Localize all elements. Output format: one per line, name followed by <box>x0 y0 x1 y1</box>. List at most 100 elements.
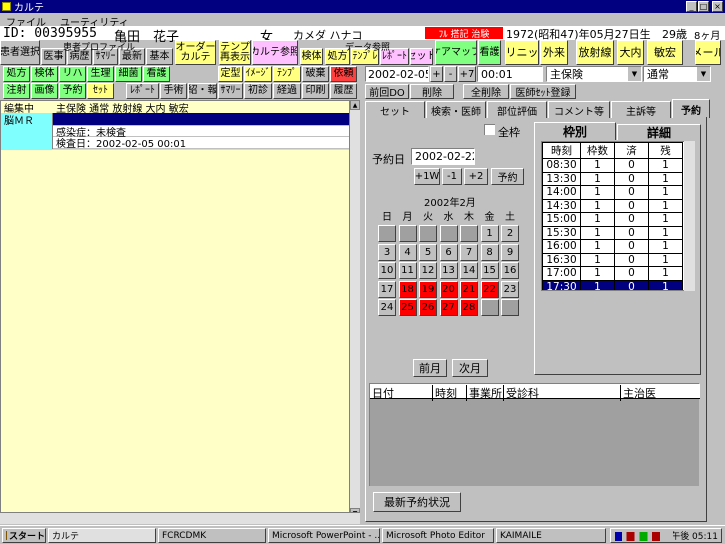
slot-grid[interactable]: 時刻 枠数済残 08:30 1 0 1 13:30 1 0 1 14:00 1 0 1 14:30 1 0 1 15… <box>541 141 691 291</box>
plus-two-button[interactable]: +2 <box>464 168 488 185</box>
karte-hscrollbar[interactable] <box>0 512 360 524</box>
calendar-day[interactable]: 25 <box>398 299 417 316</box>
calendar-day[interactable]: 7 <box>460 243 478 261</box>
calendar-day[interactable]: 17 <box>378 280 396 298</box>
calendar-day[interactable]: 26 <box>419 299 437 316</box>
toolbar-row2-btn-8[interactable]: ﾃﾝﾌﾟ <box>273 66 301 82</box>
toolbar-row2-btn-1[interactable]: 検体 <box>31 66 58 82</box>
toolbar-row3-btn-3[interactable]: ｾｯﾄ <box>87 83 114 99</box>
calendar-day[interactable]: 8 <box>480 243 499 261</box>
slot-row[interactable]: 17:00 1 0 1 <box>542 266 683 281</box>
toolbar-btn-6[interactable]: オーダー カルテ <box>175 40 216 65</box>
calendar-day[interactable]: 20 <box>439 280 458 298</box>
tab-0[interactable]: セット <box>365 101 425 118</box>
maximize-button[interactable]: □ <box>698 1 709 12</box>
toolbar-btn-21[interactable]: メール <box>695 40 721 65</box>
tab-1[interactable]: 検索・医師 <box>426 101 486 118</box>
toolbar-row2-btn-3[interactable]: 生理 <box>87 66 114 82</box>
calendar-day[interactable]: 2 <box>501 225 519 242</box>
toolbar-row3-btn-7[interactable]: ｻﾏﾘｰ <box>218 83 243 99</box>
slot-row[interactable]: 14:30 1 0 1 <box>542 198 683 213</box>
task-powerpoint[interactable]: Microsoft PowerPoint - ... <box>268 528 380 543</box>
calendar-day[interactable]: 23 <box>501 280 519 298</box>
slot-row[interactable]: 16:30 1 0 1 <box>542 252 683 267</box>
task-karte[interactable]: カルテ <box>48 528 156 543</box>
minimize-button[interactable]: _ <box>686 1 697 12</box>
prev-month-button[interactable]: 前月 <box>413 359 447 377</box>
calendar-day[interactable]: 27 <box>439 299 458 316</box>
reserve-button[interactable]: 予約 <box>491 168 524 185</box>
toolbar-row3-btn-8[interactable]: 初診 <box>244 83 272 99</box>
calendar-day[interactable]: 9 <box>501 243 519 261</box>
plus-week-button[interactable]: +1W <box>414 168 440 185</box>
tab-5[interactable]: 予約 <box>672 99 710 118</box>
toolbar-btn-18[interactable]: 放射線 <box>576 40 614 65</box>
calendar-day[interactable]: 14 <box>460 262 478 279</box>
toolbar-row3-btn-10[interactable]: 印刷 <box>302 83 329 99</box>
insurance-select[interactable]: 主保険 ▼ <box>546 66 642 82</box>
tab-3[interactable]: コメント等 <box>548 101 610 118</box>
order-time-field[interactable]: 00:01 <box>477 66 543 82</box>
date-plus-button[interactable]: + <box>430 66 443 82</box>
next-month-button[interactable]: 次月 <box>452 359 488 377</box>
toolbar-row2-btn-10[interactable]: 依頼 <box>330 66 357 82</box>
slot-row[interactable]: 15:00 1 0 1 <box>542 212 683 227</box>
toolbar-btn-0[interactable]: 患者選択 <box>0 40 40 65</box>
calendar-day[interactable]: 1 <box>480 225 499 242</box>
toolbar-row2-btn-2[interactable]: リハ <box>59 66 86 82</box>
type-select[interactable]: 通常 ▼ <box>643 66 711 82</box>
toolbar-row3-btn-11[interactable]: 履歴 <box>330 83 357 99</box>
toolbar-row2-btn-0[interactable]: 処方 <box>3 66 30 82</box>
toolbar-row3-btn-0[interactable]: 注射 <box>3 83 30 99</box>
tab-4[interactable]: 主訴等 <box>611 101 671 118</box>
calendar-day[interactable]: 21 <box>460 280 478 298</box>
toolbar-btn-5[interactable]: 基本 <box>146 48 173 65</box>
delete-all-button[interactable]: 全削除 <box>463 84 509 99</box>
calendar-day[interactable]: 5 <box>419 243 437 261</box>
toolbar-btn-8[interactable]: カルテ参照 <box>252 40 298 65</box>
calendar-day[interactable]: 16 <box>501 262 519 279</box>
tab-2[interactable]: 部位評価 <box>487 101 547 118</box>
toolbar-btn-14[interactable]: ケアマップ <box>435 40 477 65</box>
reservation-list[interactable]: 日付 時刻 事業所 受診科 主治医 <box>369 383 700 486</box>
karte-scrollbar[interactable]: ▲ ▼ <box>349 100 360 520</box>
calendar-day[interactable]: 3 <box>378 243 396 261</box>
toolbar-row2-btn-6[interactable]: 定型 <box>218 66 243 82</box>
toolbar-row3-btn-5[interactable]: 手術 <box>160 83 187 99</box>
calendar-day[interactable]: 10 <box>378 262 396 279</box>
karte-panel[interactable]: 編集中 主保険 通常 放射線 大内 敏宏 脳ＭＲ 感染症：未検査 検査日：200… <box>0 100 350 520</box>
toolbar-btn-7[interactable]: テンプ 再表示 <box>219 40 251 65</box>
toolbar-row2-btn-5[interactable]: 看護 <box>143 66 170 82</box>
delete-button[interactable]: 削除 <box>410 84 454 99</box>
toolbar-row3-btn-2[interactable]: 予約 <box>59 83 86 99</box>
slot-row[interactable]: 13:30 1 0 1 <box>542 171 683 186</box>
toolbar-row3-btn-1[interactable]: 画像 <box>31 83 58 99</box>
slot-row[interactable]: 08:30 1 0 1 <box>542 158 683 173</box>
toolbar-btn-20[interactable]: 敏宏 <box>647 40 683 65</box>
order-date-field[interactable]: 2002-02-05 <box>365 66 429 82</box>
date-plus7-button[interactable]: +7 <box>458 66 476 82</box>
calendar-day[interactable]: 13 <box>439 262 458 279</box>
task-photo-editor[interactable]: Microsoft Photo Editor <box>382 528 494 543</box>
toolbar-btn-17[interactable]: 外来 <box>540 40 568 65</box>
all-slots-checkbox[interactable] <box>484 124 495 135</box>
task-kaimaile[interactable]: KAIMAILE <box>496 528 606 543</box>
toolbar-row3-btn-4[interactable]: ﾚﾎﾟｰﾄ <box>126 83 159 99</box>
start-button[interactable]: スタート <box>2 528 46 543</box>
toolbar-btn-9[interactable]: 検体 <box>300 48 323 65</box>
subtab-detail[interactable]: 詳細 <box>617 124 701 140</box>
slot-row[interactable]: 17:30 1 0 1 <box>542 279 683 290</box>
calendar-day[interactable]: 6 <box>439 243 458 261</box>
reserve-date-field[interactable]: 2002-02-22 <box>411 148 475 165</box>
toolbar-btn-15[interactable]: 看護 <box>478 40 501 65</box>
calendar-day[interactable]: 22 <box>480 280 499 298</box>
task-fcrcdmk[interactable]: FCRCDMK <box>158 528 266 543</box>
subtab-slots[interactable]: 枠別 <box>534 122 616 140</box>
close-button[interactable]: × <box>712 1 723 12</box>
toolbar-row2-btn-9[interactable]: 破棄 <box>302 66 329 82</box>
minus-day-button[interactable]: -1 <box>442 168 462 185</box>
toolbar-row2-btn-4[interactable]: 細菌 <box>115 66 142 82</box>
toolbar-row3-btn-9[interactable]: 経過 <box>273 83 301 99</box>
karte-order-name[interactable]: 脳ＭＲ <box>1 113 53 127</box>
calendar-day[interactable]: 19 <box>419 280 437 298</box>
